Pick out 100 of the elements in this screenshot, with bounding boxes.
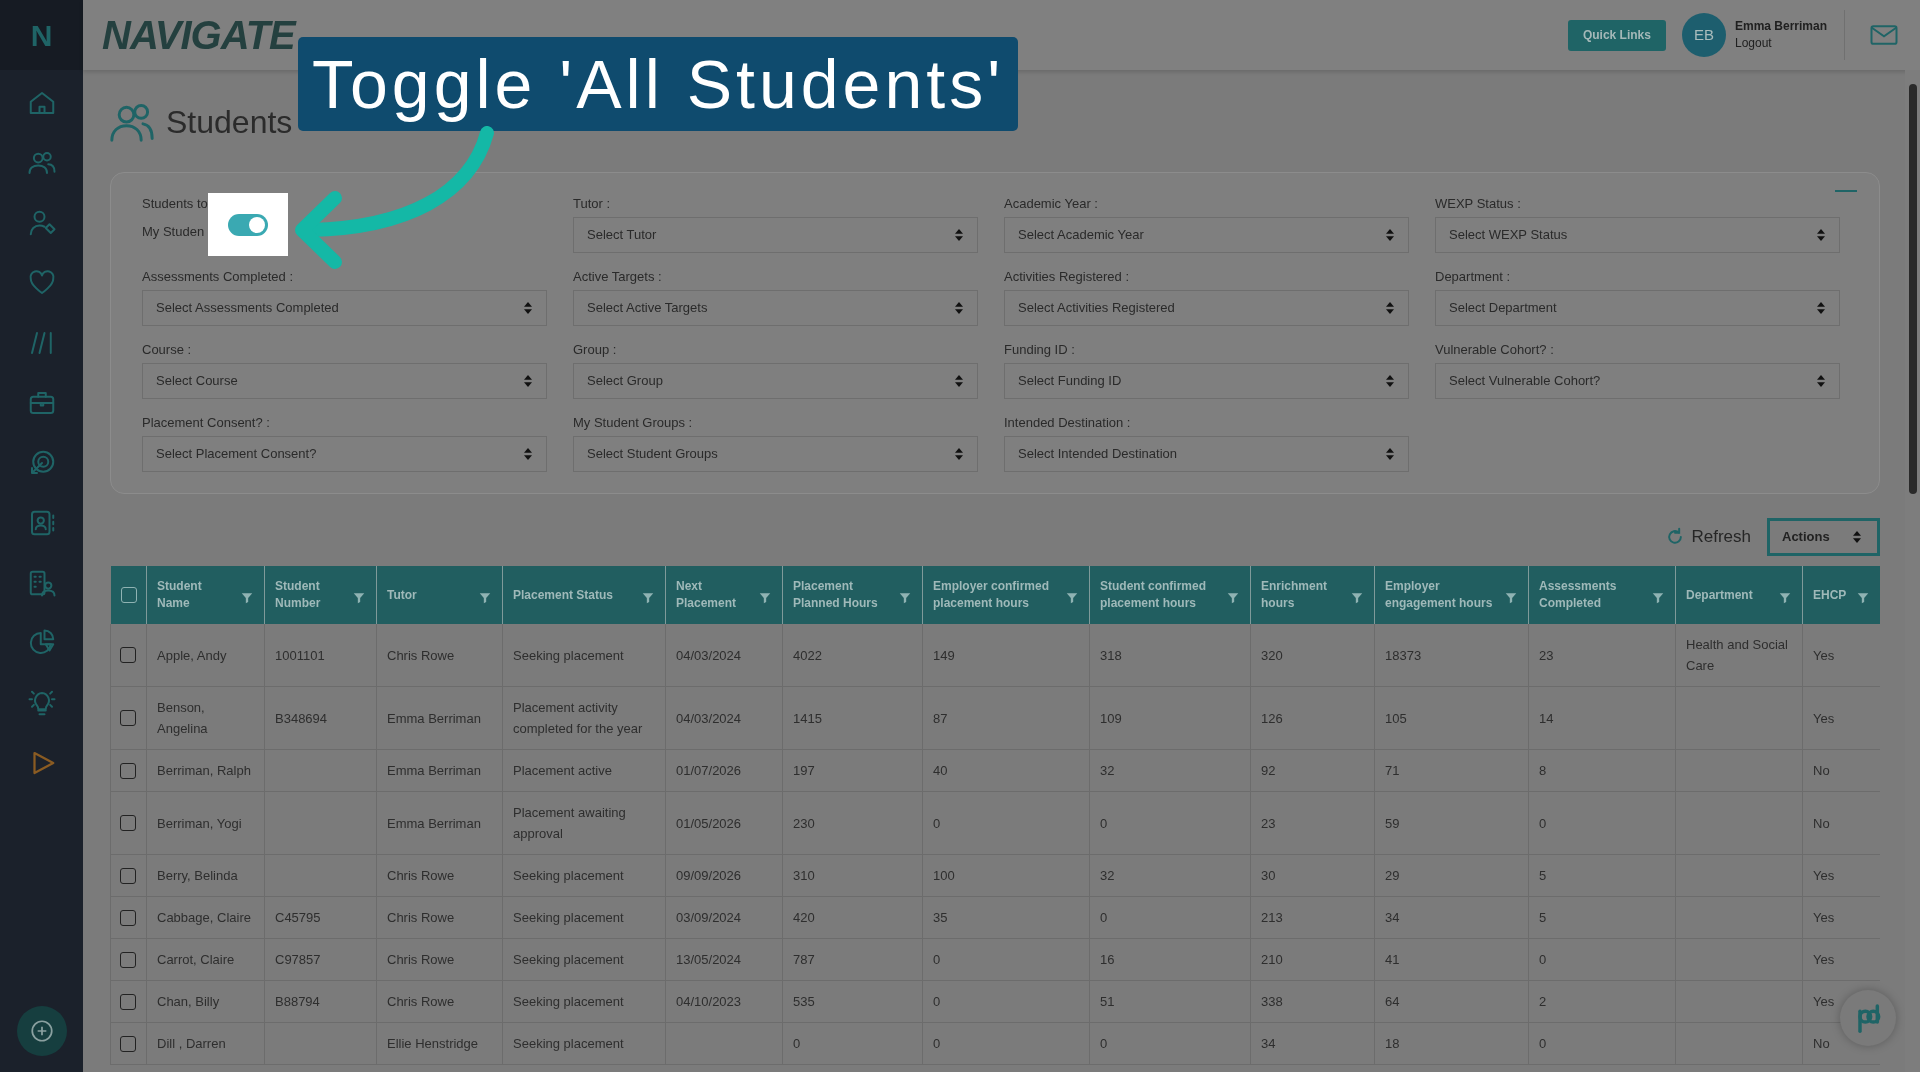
column-header[interactable]: Tutor [387, 586, 417, 604]
table-cell-text: 04/03/2024 [676, 710, 742, 726]
field-label: Department : [1435, 268, 1512, 286]
select-field[interactable]: Select Active Targets [573, 290, 978, 326]
table-cell-text: 51 [1100, 994, 1115, 1009]
table-cell-text: 01/05/2026 [676, 815, 742, 831]
table-cell-text: Berriman, Ralph [157, 763, 251, 778]
table-cell-text: 18373 [1385, 647, 1422, 663]
table-cell-text: 32 [1100, 868, 1115, 883]
user-avatar[interactable]: EB [1681, 13, 1726, 57]
table-cell-text: 2 [1539, 994, 1547, 1009]
column-header[interactable]: Student Number [275, 578, 348, 612]
column-header[interactable]: Department [1686, 586, 1753, 604]
table-cell-text: 92 [1261, 763, 1276, 778]
select-field[interactable]: Select Course [142, 363, 547, 399]
table-cell-text: 338 [1261, 994, 1283, 1009]
field-label: Students to [142, 195, 208, 213]
select-field[interactable]: Select Tutor [573, 217, 978, 253]
table-cell-text: Chris Rowe [387, 647, 455, 663]
refresh-button[interactable]: Refresh [1665, 524, 1751, 550]
table-cell-text: 213 [1261, 910, 1283, 925]
select-field[interactable]: Select Activities Registered [1004, 290, 1409, 326]
table-cell-text: 420 [793, 910, 815, 925]
table-cell-text: 03/09/2024 [676, 910, 742, 925]
logout-link[interactable]: Logout [1734, 36, 1827, 51]
table-cell-text: 5 [1539, 868, 1547, 883]
column-header[interactable]: Employer confirmed placement hours [933, 578, 1061, 612]
column-header[interactable]: Student Name [157, 578, 236, 612]
table-cell-text: 8 [1539, 763, 1547, 778]
table-cell-text: Yes [1813, 647, 1835, 663]
select-field[interactable]: Select Student Groups [573, 436, 978, 472]
table-cell-text: 0 [1539, 952, 1547, 967]
select-field[interactable]: Select Funding ID [1004, 363, 1409, 399]
select-field[interactable]: Select Group [573, 363, 978, 399]
table-cell-text: Seeking placement [513, 647, 624, 663]
table-cell-text: 197 [793, 763, 815, 778]
table-cell-text: Seeking placement [513, 910, 624, 925]
table-cell-text: 100 [933, 868, 955, 883]
table-cell-text: Yes [1813, 952, 1835, 967]
field-label: Intended Destination : [1004, 414, 1132, 432]
table-cell-text: 71 [1385, 763, 1400, 778]
app-logo[interactable]: NAVIGATE [102, 15, 295, 55]
field-label: Activities Registered : [1004, 268, 1130, 286]
table-cell-text: 0 [1100, 815, 1108, 831]
field-label: Active Targets : [573, 268, 663, 286]
select-field[interactable]: Select Placement Consent? [142, 436, 547, 472]
table-cell-text: 109 [1100, 710, 1122, 726]
select-field[interactable]: Select Academic Year [1004, 217, 1409, 253]
table-cell-text: 01/07/2026 [676, 763, 742, 778]
field-label: Placement Consent? : [142, 414, 271, 432]
table-cell-text: Benson, Angelina [157, 700, 208, 736]
table-cell-text: 40 [933, 763, 948, 778]
quick-links-button[interactable]: Quick Links [1567, 19, 1666, 51]
table-cell-text: 32 [1100, 763, 1115, 778]
table-cell-text: 149 [933, 647, 955, 663]
table-cell-text: 320 [1261, 647, 1283, 663]
table-cell-text: 0 [933, 994, 941, 1009]
field-label: Group : [573, 341, 618, 359]
table-cell-text: 210 [1261, 952, 1283, 967]
table-cell-text: No [1813, 815, 1830, 831]
field-label: Vulnerable Cohort? : [1435, 341, 1555, 359]
field-label: Course : [142, 341, 193, 359]
column-header[interactable]: Student confirmed placement hours [1100, 578, 1222, 612]
column-header[interactable]: Next Placement [676, 578, 754, 612]
select-field[interactable]: Select WEXP Status [1435, 217, 1840, 253]
table-cell-text: 35 [933, 910, 948, 925]
table-cell-text: B88794 [275, 994, 320, 1009]
table-cell-text: Emma Berriman [387, 763, 481, 778]
table-cell-text: 126 [1261, 710, 1283, 726]
table-cell-text: 59 [1385, 815, 1400, 831]
table-cell-text: Carrot, Claire [157, 952, 235, 967]
select-field[interactable]: Select Intended Destination [1004, 436, 1409, 472]
table-cell-text: 0 [1100, 910, 1108, 925]
table-cell-text: Berriman, Yogi [157, 815, 242, 831]
column-header[interactable]: Assessments Completed [1539, 578, 1647, 612]
table-cell-text: 87 [933, 710, 948, 726]
table-cell-text: 23 [1261, 815, 1276, 831]
table-cell-text: Dill , Darren [157, 1036, 226, 1051]
column-header[interactable]: Placement Planned Hours [793, 578, 894, 612]
select-field[interactable]: Select Assessments Completed [142, 290, 547, 326]
column-header[interactable]: Placement Status [513, 586, 614, 604]
table-cell-text: Seeking placement [513, 868, 624, 883]
table-cell-text: Seeking placement [513, 1036, 624, 1051]
column-header[interactable]: Enrichment hours [1261, 578, 1346, 612]
actions-button[interactable]: Actions [1767, 518, 1880, 556]
table-cell-text: Placement activity completed for the year [513, 700, 643, 736]
sidebar-logo[interactable]: N [30, 12, 53, 58]
table-cell-text: 23 [1539, 647, 1554, 663]
table-cell-text: 16 [1100, 952, 1115, 967]
table-cell-text: 230 [793, 815, 815, 831]
table-cell-text: 535 [793, 994, 815, 1009]
table-cell-text: B348694 [275, 710, 328, 726]
column-header[interactable]: Employer engagement hours [1385, 578, 1500, 612]
table-cell-text: Chris Rowe [387, 868, 455, 883]
table-cell-text: 41 [1385, 952, 1400, 967]
table-cell-text: Chris Rowe [387, 910, 455, 925]
column-header[interactable]: EHCP [1813, 586, 1847, 604]
select-field[interactable]: Select Department [1435, 290, 1840, 326]
select-field[interactable]: Select Vulnerable Cohort? [1435, 363, 1840, 399]
table-cell-text: 30 [1261, 868, 1276, 883]
